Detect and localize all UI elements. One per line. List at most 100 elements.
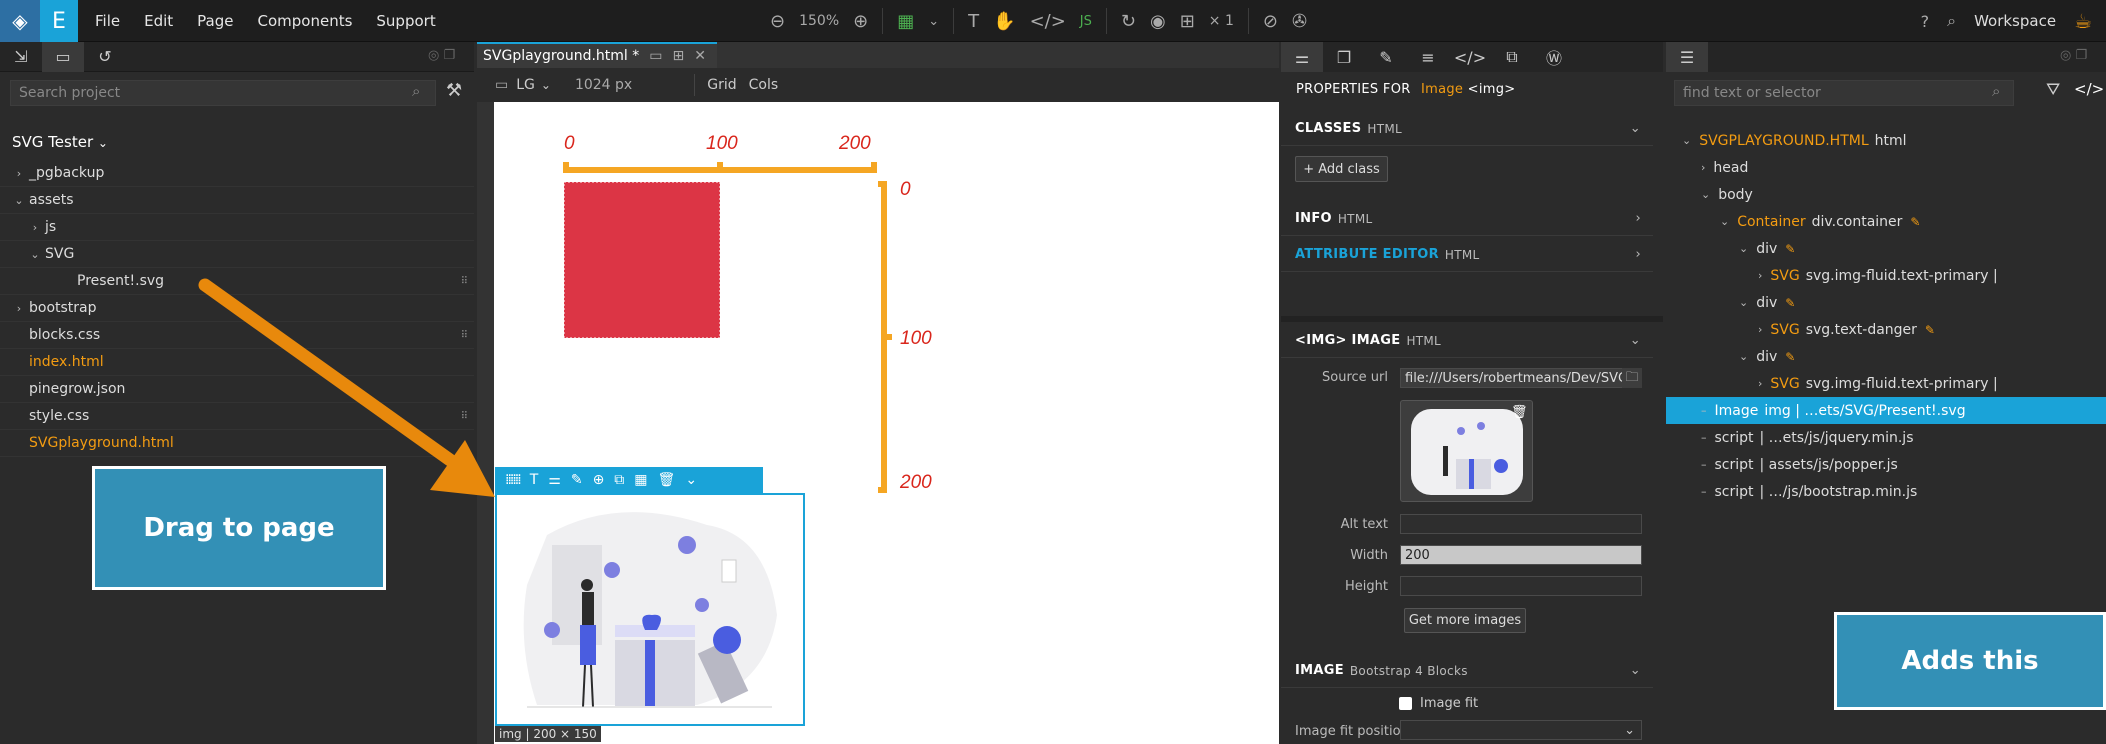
source-url-label: Source url	[1322, 370, 1388, 385]
image-thumbnail[interactable]: 🗑	[1400, 400, 1533, 502]
height-label: Height	[1345, 579, 1388, 594]
element-tree-row[interactable]: ⌄ div ✎	[1674, 289, 2106, 316]
classes-section[interactable]: CLASSES HTML ⌄	[1281, 112, 1653, 146]
dash-icon[interactable]: –	[1701, 404, 1707, 417]
image-fit-position-select[interactable]: ⌄	[1400, 720, 1642, 740]
element-selector: div	[1756, 240, 1778, 257]
panel-splitter[interactable]	[1281, 316, 1663, 322]
chevron-down-icon: ⌄	[1629, 663, 1641, 678]
pencil-icon[interactable]: ✎	[1910, 215, 1920, 229]
element-selector: svg.img-fluid.text-primary |	[1805, 375, 1998, 392]
info-section[interactable]: INFO HTML ›	[1281, 202, 1653, 236]
element-selector: html	[1874, 132, 1907, 149]
chevron-right-icon: ›	[1635, 211, 1641, 226]
search-icon: ⌕	[1992, 82, 2001, 100]
element-tree: ⌄ SVGPLAYGROUND.HTML html › head ⌄ body ⌄ Contai…	[1666, 127, 2106, 505]
chevron-down-icon[interactable]: ⌄	[1739, 242, 1748, 255]
properties-panel	[1281, 42, 1663, 744]
element-tree-row[interactable]: ⌄ div ✎	[1674, 235, 2106, 262]
properties-header: PROPERTIES FOR Image <img>	[1296, 82, 1516, 97]
element-name: SVG	[1770, 375, 1800, 392]
img-image-section[interactable]: <IMG> IMAGE HTML ⌄	[1281, 324, 1653, 358]
css-rules-icon[interactable]: ❐	[1323, 42, 1365, 72]
dash-icon[interactable]: –	[1701, 485, 1707, 498]
element-tree-row[interactable]: ⌄ Container div.container ✎	[1674, 208, 2106, 235]
folder-icon[interactable]: 🗀	[1622, 368, 1642, 388]
wordpress-icon[interactable]: Ⓦ	[1533, 42, 1575, 72]
element-tree-row[interactable]: › SVG svg.img-fluid.text-primary |	[1674, 370, 2106, 397]
image-fit-label: Image fit	[1420, 696, 1479, 711]
alt-text-label: Alt text	[1340, 517, 1388, 532]
eye-icon[interactable]: ◎ ❐	[2060, 48, 2087, 63]
chevron-right-icon[interactable]: ›	[1758, 269, 1762, 282]
element-selector: | assets/js/popper.js	[1759, 456, 1898, 473]
element-name: Container	[1737, 213, 1806, 230]
dash-icon[interactable]: –	[1701, 431, 1707, 444]
drag-arrow-line	[198, 278, 457, 467]
element-tree-row[interactable]: › SVG svg.img-fluid.text-primary |	[1674, 262, 2106, 289]
code-icon[interactable]: </>	[2074, 80, 2104, 98]
actions-icon[interactable]: ≡	[1407, 42, 1449, 72]
image-fit-checkbox[interactable]	[1399, 697, 1412, 710]
element-tree-row[interactable]: – Image img | …ets/SVG/Present!.svg	[1666, 397, 2106, 424]
chevron-down-icon[interactable]: ⌄	[1720, 215, 1729, 228]
element-selector: img | …ets/SVG/Present!.svg	[1764, 402, 1966, 419]
chevron-right-icon[interactable]: ›	[1758, 323, 1762, 336]
filter-icon[interactable]: ⛛	[2046, 80, 2060, 100]
pencil-icon[interactable]: ✎	[1785, 242, 1795, 256]
element-name: script	[1714, 456, 1754, 473]
chevron-down-icon[interactable]: ⌄	[1701, 188, 1710, 201]
element-name: SVG	[1770, 321, 1800, 338]
element-name: Image	[1714, 402, 1759, 419]
pencil-icon[interactable]: ✎	[1925, 323, 1935, 337]
chevron-right-icon[interactable]: ›	[1758, 377, 1762, 390]
element-name: SVGPLAYGROUND.HTML	[1699, 132, 1869, 149]
properties-tabs: ⚌ ❐ ✎ ≡ </> ⧉ Ⓦ	[1281, 42, 1663, 72]
pencil-icon[interactable]: ✎	[1785, 350, 1795, 364]
image-bootstrap-section[interactable]: IMAGE Bootstrap 4 Blocks ⌄	[1281, 654, 1653, 688]
get-more-images-button[interactable]: Get more images	[1404, 608, 1526, 633]
chevron-right-icon: ›	[1635, 247, 1641, 262]
properties-sliders-icon[interactable]: ⚌	[1281, 42, 1323, 72]
element-tree-row[interactable]: – script | assets/js/popper.js	[1674, 451, 2106, 478]
chevron-down-icon: ⌄	[1629, 121, 1641, 136]
element-tree-row[interactable]: ⌄ SVGPLAYGROUND.HTML html	[1674, 127, 2106, 154]
chevron-down-icon[interactable]: ⌄	[1682, 134, 1691, 147]
elements-tabs: ☰	[1666, 42, 2106, 72]
dash-icon[interactable]: –	[1701, 458, 1707, 471]
element-tree-row[interactable]: ⌄ div ✎	[1674, 343, 2106, 370]
attribute-editor-section[interactable]: ATTRIBUTE EDITOR HTML ›	[1281, 238, 1653, 272]
width-input[interactable]: 200	[1400, 545, 1642, 565]
element-selector: div.container	[1811, 213, 1903, 230]
pencil-icon[interactable]: ✎	[1785, 296, 1795, 310]
element-selector: div	[1756, 294, 1778, 311]
element-selector: head	[1713, 159, 1749, 176]
element-selector: svg.text-danger	[1805, 321, 1917, 338]
style-brush-icon[interactable]: ✎	[1365, 42, 1407, 72]
chevron-down-icon[interactable]: ⌄	[1739, 296, 1748, 309]
element-search-input[interactable]: find text or selector	[1674, 80, 2014, 106]
alt-text-input[interactable]	[1400, 514, 1642, 534]
element-tree-row[interactable]: › SVG svg.text-danger ✎	[1674, 316, 2106, 343]
chevron-right-icon[interactable]: ›	[1701, 161, 1705, 174]
add-class-button[interactable]: + Add class	[1295, 156, 1388, 182]
element-name: SVG	[1770, 267, 1800, 284]
element-tree-row[interactable]: – script | …ets/js/jquery.min.js	[1674, 424, 2106, 451]
components-icon[interactable]: ⧉	[1491, 42, 1533, 72]
code-icon[interactable]: </>	[1449, 42, 1491, 72]
source-url-input[interactable]: file:///Users/robertmeans/Dev/SVG	[1400, 368, 1642, 388]
height-input[interactable]	[1400, 576, 1642, 596]
element-name: script	[1714, 429, 1754, 446]
element-tree-row[interactable]: › head	[1674, 154, 2106, 181]
chevron-down-icon: ⌄	[1624, 722, 1635, 738]
chevron-down-icon[interactable]: ⌄	[1739, 350, 1748, 363]
adds-this-callout: Adds this	[1834, 612, 2106, 710]
image-fit-position-label: Image fit position	[1295, 724, 1409, 739]
trash-icon[interactable]: 🗑	[1511, 405, 1528, 420]
element-selector: body	[1718, 186, 1753, 203]
element-tree-row[interactable]: ⌄ body	[1674, 181, 2106, 208]
chevron-down-icon: ⌄	[1629, 333, 1641, 348]
width-label: Width	[1350, 548, 1388, 563]
element-tree-row[interactable]: – script | …/js/bootstrap.min.js	[1674, 478, 2106, 505]
tree-icon[interactable]: ☰	[1666, 42, 1708, 72]
